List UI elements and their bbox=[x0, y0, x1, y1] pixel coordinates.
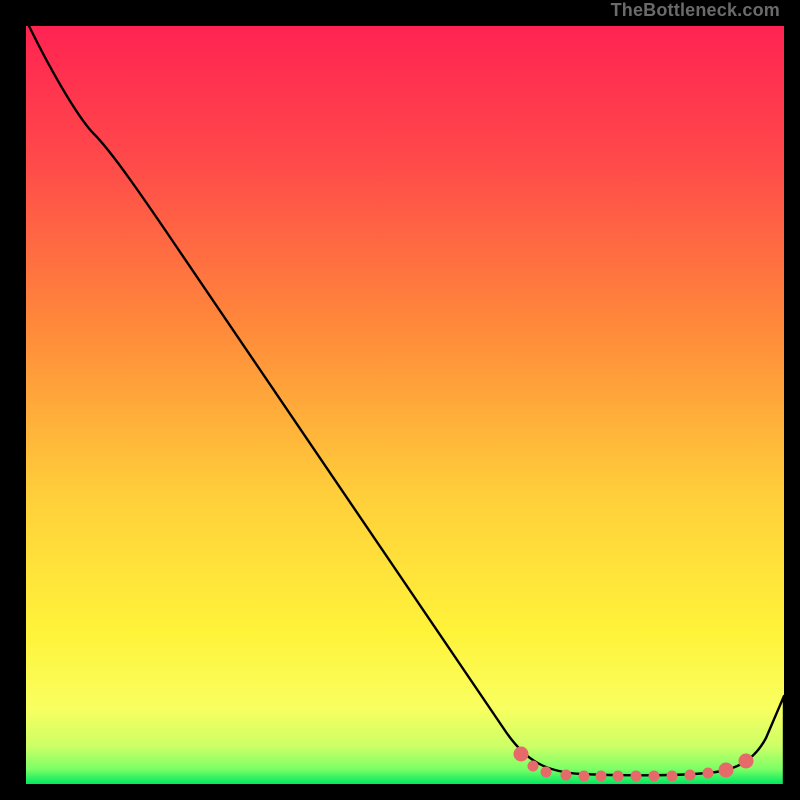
curve-dot bbox=[541, 767, 552, 778]
curve-dot bbox=[613, 771, 624, 782]
curve-dot bbox=[596, 771, 607, 782]
curve-dot bbox=[703, 768, 714, 779]
curve-dot bbox=[685, 770, 696, 781]
curve-dot bbox=[561, 770, 572, 781]
curve-dot bbox=[649, 771, 660, 782]
chart-svg bbox=[26, 26, 784, 784]
chart-container: TheBottleneck.com bbox=[0, 0, 800, 800]
curve-dot bbox=[528, 761, 539, 772]
plot-area bbox=[26, 26, 784, 784]
curve-dot bbox=[579, 771, 590, 782]
curve-dot bbox=[514, 747, 529, 762]
curve-dot bbox=[719, 763, 734, 778]
bottleneck-curve bbox=[29, 26, 784, 784]
curve-dots bbox=[514, 747, 754, 782]
curve-dot bbox=[667, 771, 678, 782]
watermark-text: TheBottleneck.com bbox=[611, 0, 780, 21]
curve-dot bbox=[739, 754, 754, 769]
curve-dot bbox=[631, 771, 642, 782]
